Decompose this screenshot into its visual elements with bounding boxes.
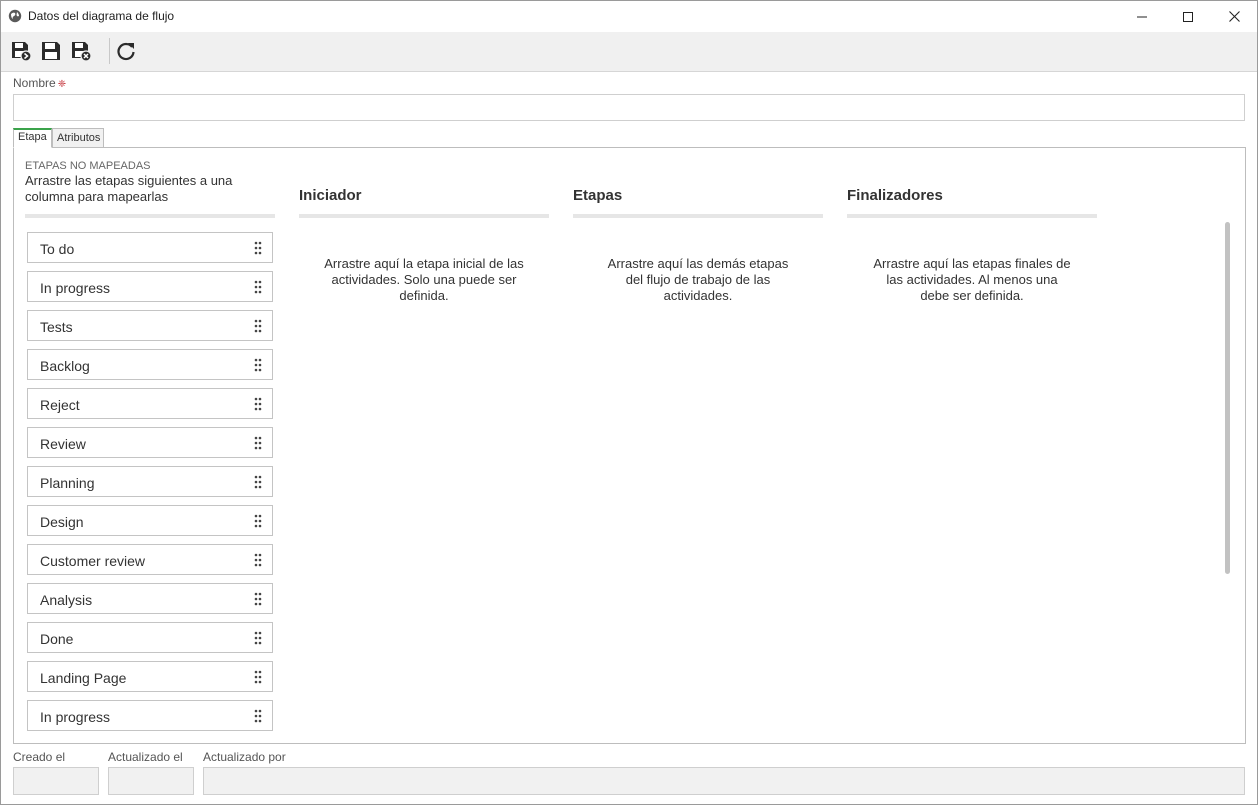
- stage-item[interactable]: Review: [27, 427, 273, 458]
- refresh-button[interactable]: [113, 38, 139, 64]
- toolbar-separator: [109, 38, 110, 64]
- drag-handle-icon[interactable]: [254, 319, 262, 333]
- vertical-scrollbar[interactable]: [1225, 222, 1230, 574]
- tab-etapa[interactable]: Etapa: [13, 128, 52, 148]
- drag-handle-icon[interactable]: [254, 436, 262, 450]
- stage-item[interactable]: Reject: [27, 388, 273, 419]
- stage-item[interactable]: In progress: [27, 271, 273, 302]
- save-and-close-button[interactable]: [68, 38, 94, 64]
- stage-label: Reject: [40, 397, 80, 413]
- drag-handle-icon[interactable]: [254, 397, 262, 411]
- drag-handle-icon[interactable]: [254, 241, 262, 255]
- tab-atributos[interactable]: Atributos: [52, 128, 104, 148]
- required-icon: ❈: [57, 79, 67, 90]
- column-header-finalizadores: Finalizadores: [847, 187, 943, 204]
- created-label: Creado el: [13, 750, 66, 764]
- updated-by-field: [203, 767, 1245, 795]
- stage-item[interactable]: Analysis: [27, 583, 273, 614]
- updated-field: [108, 767, 194, 795]
- stage-label: To do: [40, 241, 75, 257]
- unmapped-title: ETAPAS NO MAPEADAS: [25, 160, 151, 172]
- drag-handle-icon[interactable]: [254, 280, 262, 294]
- save-and-new-icon: [12, 42, 32, 62]
- drag-handle-icon[interactable]: [254, 592, 262, 606]
- globe-icon: [8, 9, 22, 23]
- unmapped-description: Arrastre las etapas siguientes a una col…: [25, 173, 233, 204]
- stage-label: Done: [40, 631, 74, 647]
- window-title: Datos del diagrama de flujo: [28, 9, 175, 23]
- save-icon: [42, 42, 60, 60]
- drag-handle-icon[interactable]: [254, 631, 262, 645]
- column-divider-etapas: [573, 214, 823, 218]
- save-and-new-button[interactable]: [8, 38, 34, 64]
- unmapped-divider: [25, 214, 275, 218]
- updated-label: Actualizado el: [108, 750, 183, 764]
- toolbar: [1, 32, 1257, 72]
- stage-label: Backlog: [40, 358, 90, 374]
- drag-handle-icon[interactable]: [254, 475, 262, 489]
- save-button[interactable]: [38, 38, 64, 64]
- close-icon: [1228, 11, 1240, 22]
- stage-label: Landing Page: [40, 670, 127, 686]
- drag-handle-icon[interactable]: [254, 709, 262, 723]
- close-button[interactable]: [1211, 1, 1257, 32]
- save-and-close-icon: [72, 42, 92, 62]
- stage-label: In progress: [40, 280, 111, 296]
- unmapped-stage-list: To do In progress Tests Backlog Reject Review…: [27, 232, 273, 739]
- dropzone-iniciador[interactable]: Arrastre aquí la etapa inicial de las ac…: [324, 256, 524, 304]
- stage-item[interactable]: Planning: [27, 466, 273, 497]
- column-divider-iniciador: [299, 214, 549, 218]
- name-input[interactable]: [13, 94, 1245, 121]
- stage-label: Review: [40, 436, 86, 452]
- minimize-icon: [1137, 16, 1147, 17]
- column-header-iniciador: Iniciador: [299, 187, 362, 204]
- drag-handle-icon[interactable]: [254, 514, 262, 528]
- maximize-button[interactable]: [1165, 1, 1211, 32]
- drag-handle-icon[interactable]: [254, 358, 262, 372]
- stage-label: Customer review: [40, 553, 146, 569]
- refresh-icon: [117, 42, 135, 61]
- updated-by-label: Actualizado por: [203, 750, 286, 764]
- dropzone-etapas[interactable]: Arrastre aquí las demás etapas del flujo…: [598, 256, 798, 304]
- name-label: Nombre ❈: [13, 76, 67, 90]
- stage-item[interactable]: Done: [27, 622, 273, 653]
- dropzone-finalizadores[interactable]: Arrastre aquí las etapas finales de las …: [872, 256, 1072, 304]
- stage-item[interactable]: Tests: [27, 310, 273, 341]
- maximize-icon: [1183, 11, 1193, 22]
- stage-item[interactable]: Design: [27, 505, 273, 536]
- stage-label: Planning: [40, 475, 95, 491]
- drag-handle-icon[interactable]: [254, 670, 262, 684]
- column-header-etapas: Etapas: [573, 187, 623, 204]
- stage-item[interactable]: Customer review: [27, 544, 273, 575]
- stage-label: Design: [40, 514, 84, 530]
- stage-item[interactable]: In progress: [27, 700, 273, 731]
- stage-item[interactable]: Backlog: [27, 349, 273, 380]
- created-field: [13, 767, 99, 795]
- stage-item[interactable]: To do: [27, 232, 273, 263]
- column-divider-finalizadores: [847, 214, 1097, 218]
- title-bar: Datos del diagrama de flujo: [1, 1, 1257, 32]
- stage-mapping-panel: ETAPAS NO MAPEADAS Arrastre las etapas s…: [13, 147, 1246, 744]
- stage-item[interactable]: Landing Page: [27, 661, 273, 692]
- stage-label: Analysis: [40, 592, 93, 608]
- stage-label: Tests: [40, 319, 73, 335]
- stage-label: In progress: [40, 709, 111, 725]
- drag-handle-icon[interactable]: [254, 553, 262, 567]
- minimize-button[interactable]: [1119, 1, 1165, 32]
